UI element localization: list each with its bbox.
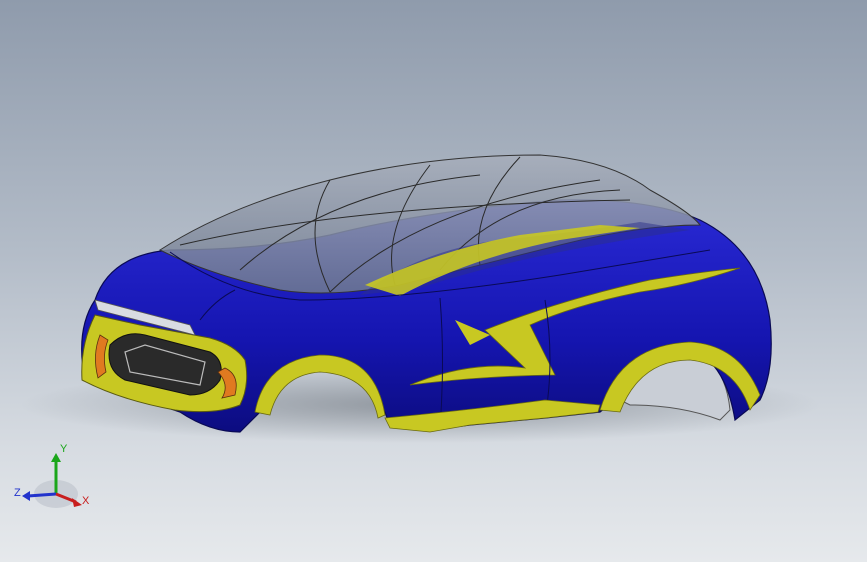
z-axis-arrow-icon bbox=[22, 491, 30, 501]
z-axis-label: Z bbox=[14, 487, 21, 499]
3d-viewport[interactable]: Y Z X bbox=[0, 0, 867, 562]
x-axis-label: X bbox=[82, 495, 90, 507]
axis-triad: Y Z X bbox=[14, 443, 90, 508]
x-axis-arrow-icon bbox=[72, 498, 82, 507]
y-axis-label: Y bbox=[60, 443, 68, 455]
car-body-model[interactable] bbox=[0, 0, 867, 562]
z-axis-line bbox=[27, 492, 57, 498]
